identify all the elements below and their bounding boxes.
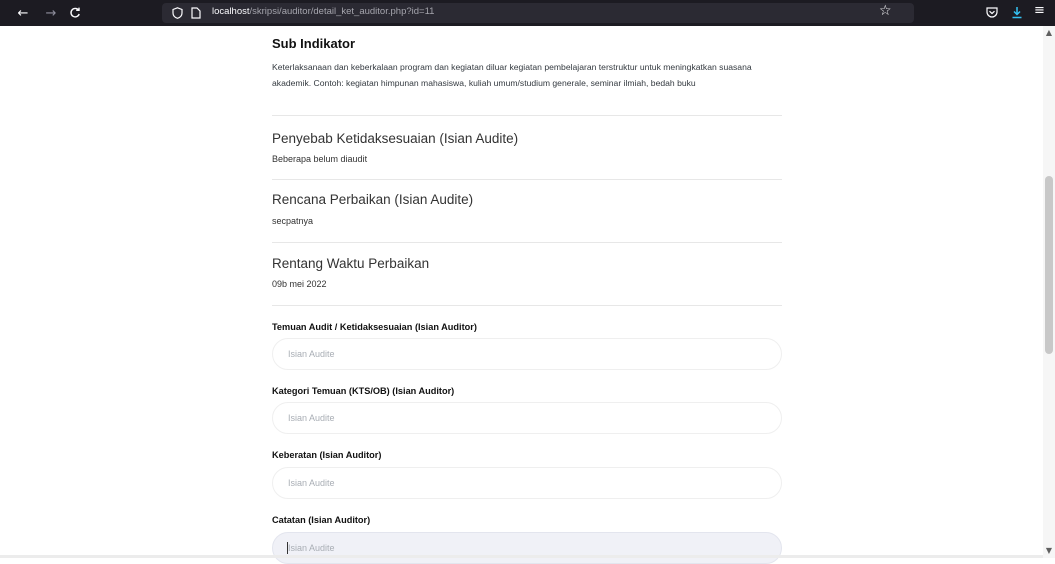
divider	[272, 242, 782, 243]
star-icon[interactable]: ☆	[879, 3, 892, 19]
pocket-icon[interactable]	[986, 7, 998, 18]
browser-toolbar: ← → localhost/skripsi/auditor/detail_ket…	[0, 0, 1055, 26]
penyebab-value: Beberapa belum diaudit	[272, 154, 368, 164]
kategori-input[interactable]: Isian Audite	[272, 402, 782, 434]
tracking-protection-icon[interactable]	[172, 7, 183, 19]
sub-indikator-title: Sub Indikator	[272, 36, 356, 51]
scroll-up-icon[interactable]: ▲	[1043, 28, 1055, 37]
forward-button[interactable]: →	[42, 4, 60, 22]
arrow-right-icon: →	[45, 5, 57, 21]
url-bar[interactable]: localhost/skripsi/auditor/detail_ket_aud…	[162, 3, 914, 23]
catatan-input[interactable]: Isian Audite	[272, 532, 782, 564]
keberatan-input[interactable]: Isian Audite	[272, 467, 782, 499]
hamburger-menu-icon[interactable]: ≡	[1034, 3, 1045, 18]
arrow-left-icon: ←	[17, 5, 29, 21]
catatan-label: Catatan (Isian Auditor)	[272, 515, 371, 525]
temuan-input[interactable]: Isian Audite	[272, 338, 782, 370]
page-scrollbar[interactable]: ▲ ▼	[1043, 26, 1055, 558]
kategori-label: Kategori Temuan (KTS/OB) (Isian Auditor)	[272, 386, 455, 396]
reload-icon	[70, 7, 80, 18]
keberatan-label: Keberatan (Isian Auditor)	[272, 450, 382, 460]
url-text[interactable]: localhost/skripsi/auditor/detail_ket_aud…	[212, 6, 434, 17]
keberatan-placeholder: Isian Audite	[288, 478, 335, 488]
rencana-value: secpatnya	[272, 216, 314, 226]
catatan-placeholder: Isian Audite	[288, 543, 335, 553]
scroll-thumb[interactable]	[1045, 176, 1053, 354]
url-host: localhost	[212, 6, 250, 17]
kategori-placeholder: Isian Audite	[288, 413, 335, 423]
rentang-value: 09b mei 2022	[272, 279, 327, 289]
penyebab-title: Penyebab Ketidaksesuaian (Isian Audite)	[272, 131, 519, 146]
page-icon	[191, 7, 201, 19]
rencana-title: Rencana Perbaikan (Isian Audite)	[272, 192, 474, 207]
download-icon[interactable]	[1011, 6, 1023, 19]
sub-indikator-text: Keterlaksanaan dan keberkalaan program d…	[272, 62, 752, 88]
back-button[interactable]: ←	[14, 4, 32, 22]
temuan-label: Temuan Audit / Ketidaksesuaian (Isian Au…	[272, 322, 477, 332]
divider	[272, 305, 782, 306]
reload-button[interactable]	[66, 4, 84, 22]
rentang-title: Rentang Waktu Perbaikan	[272, 256, 430, 271]
scroll-down-icon[interactable]: ▼	[1043, 546, 1055, 555]
divider	[272, 179, 782, 180]
divider	[272, 115, 782, 116]
temuan-placeholder: Isian Audite	[288, 349, 335, 359]
url-path: /skripsi/auditor/detail_ket_auditor.php?…	[249, 6, 435, 17]
